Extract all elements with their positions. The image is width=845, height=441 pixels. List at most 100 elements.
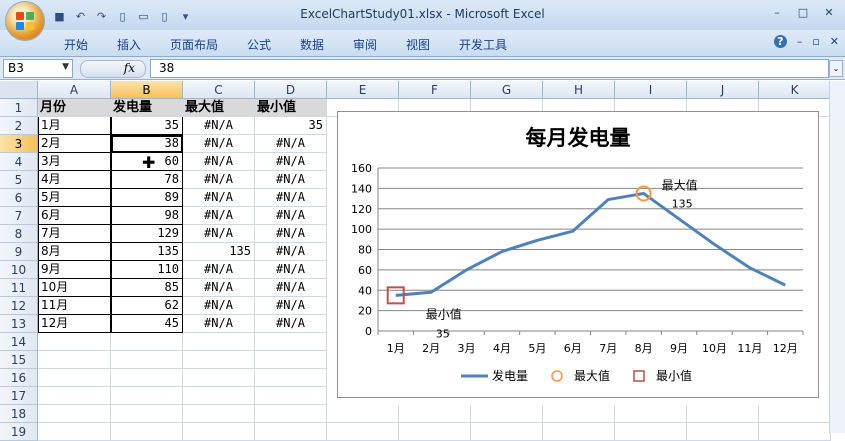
empty-cell[interactable] — [38, 333, 111, 351]
column-header-g[interactable]: G — [471, 81, 543, 99]
formula-input[interactable]: 38 — [150, 59, 829, 78]
column-header-c[interactable]: C — [183, 81, 255, 99]
header-cell[interactable]: 月份 — [38, 99, 111, 117]
power-cell[interactable]: 129 — [111, 225, 183, 243]
empty-cell[interactable] — [615, 423, 687, 441]
workbook-restore-button[interactable]: ▫ — [812, 35, 819, 48]
empty-cell[interactable] — [399, 423, 471, 441]
month-cell[interactable]: 3月 — [38, 153, 111, 171]
column-header-d[interactable]: D — [255, 81, 327, 99]
month-cell[interactable]: 8月 — [38, 243, 111, 261]
empty-cell[interactable] — [183, 351, 255, 369]
workbook-minimize-button[interactable]: – — [797, 35, 803, 48]
empty-cell[interactable] — [111, 351, 183, 369]
month-cell[interactable]: 11月 — [38, 297, 111, 315]
row-header-18[interactable]: 18 — [0, 405, 38, 423]
tab-data[interactable]: 数据 — [300, 36, 324, 53]
min-cell[interactable]: #N/A — [255, 261, 327, 279]
max-cell[interactable]: #N/A — [183, 171, 255, 189]
row-header-15[interactable]: 15 — [0, 351, 38, 369]
month-cell[interactable]: 1月 — [38, 117, 111, 135]
min-cell[interactable]: #N/A — [255, 171, 327, 189]
empty-cell[interactable] — [327, 405, 399, 423]
power-cell[interactable]: 38 — [111, 135, 183, 153]
row-header-7[interactable]: 7 — [0, 207, 38, 225]
month-cell[interactable]: 10月 — [38, 279, 111, 297]
workbook-close-button[interactable]: ✕ — [830, 35, 839, 48]
empty-cell[interactable] — [687, 423, 759, 441]
row-header-11[interactable]: 11 — [0, 279, 38, 297]
empty-cell[interactable] — [183, 333, 255, 351]
row-header-10[interactable]: 10 — [0, 261, 38, 279]
month-cell[interactable]: 6月 — [38, 207, 111, 225]
min-cell[interactable]: #N/A — [255, 189, 327, 207]
empty-cell[interactable] — [255, 369, 327, 387]
max-cell[interactable]: 135 — [183, 243, 255, 261]
max-cell[interactable]: #N/A — [183, 297, 255, 315]
min-cell[interactable]: #N/A — [255, 135, 327, 153]
month-cell[interactable]: 4月 — [38, 171, 111, 189]
row-header-17[interactable]: 17 — [0, 387, 38, 405]
help-icon[interactable]: ? — [773, 35, 787, 48]
vertical-scrollbar[interactable] — [829, 81, 845, 433]
power-cell[interactable]: 110 — [111, 261, 183, 279]
minimize-button[interactable]: – — [765, 5, 789, 21]
empty-cell[interactable] — [111, 333, 183, 351]
row-header-1[interactable]: 1 — [0, 99, 38, 117]
empty-cell[interactable] — [327, 423, 399, 441]
empty-cell[interactable] — [255, 387, 327, 405]
empty-cell[interactable] — [255, 405, 327, 423]
empty-cell[interactable] — [38, 405, 111, 423]
empty-cell[interactable] — [38, 351, 111, 369]
month-cell[interactable]: 7月 — [38, 225, 111, 243]
power-cell[interactable]: 89 — [111, 189, 183, 207]
row-header-12[interactable]: 12 — [0, 297, 38, 315]
empty-cell[interactable] — [687, 405, 759, 423]
max-cell[interactable]: #N/A — [183, 261, 255, 279]
max-cell[interactable]: #N/A — [183, 153, 255, 171]
header-cell[interactable]: 发电量 — [111, 99, 183, 117]
tab-view[interactable]: 视图 — [406, 36, 430, 53]
row-header-13[interactable]: 13 — [0, 315, 38, 333]
column-header-h[interactable]: H — [543, 81, 615, 99]
row-header-4[interactable]: 4 — [0, 153, 38, 171]
empty-cell[interactable] — [255, 423, 327, 441]
column-header-a[interactable]: A — [38, 81, 111, 99]
column-header-i[interactable]: I — [615, 81, 687, 99]
power-cell[interactable]: 62 — [111, 297, 183, 315]
empty-cell[interactable] — [543, 405, 615, 423]
power-cell[interactable]: 45 — [111, 315, 183, 333]
min-cell[interactable]: #N/A — [255, 243, 327, 261]
empty-cell[interactable] — [111, 387, 183, 405]
month-cell[interactable]: 5月 — [38, 189, 111, 207]
power-cell[interactable]: 35 — [111, 117, 183, 135]
empty-cell[interactable] — [183, 423, 255, 441]
empty-cell[interactable] — [759, 423, 831, 441]
power-cell[interactable]: 85 — [111, 279, 183, 297]
empty-cell[interactable] — [183, 387, 255, 405]
column-header-k[interactable]: K — [759, 81, 831, 99]
empty-cell[interactable] — [471, 405, 543, 423]
tab-review[interactable]: 审阅 — [353, 36, 377, 53]
select-all-corner[interactable] — [0, 81, 38, 99]
empty-cell[interactable] — [38, 369, 111, 387]
empty-cell[interactable] — [183, 369, 255, 387]
power-cell[interactable]: 78 — [111, 171, 183, 189]
insert-function-button[interactable]: fx — [80, 60, 146, 78]
close-button[interactable]: ✕ — [817, 5, 841, 21]
tab-insert[interactable]: 插入 — [117, 36, 141, 53]
row-header-5[interactable]: 5 — [0, 171, 38, 189]
max-cell[interactable]: #N/A — [183, 207, 255, 225]
min-cell[interactable]: 35 — [255, 117, 327, 135]
min-cell[interactable]: #N/A — [255, 207, 327, 225]
row-header-2[interactable]: 2 — [0, 117, 38, 135]
max-cell[interactable]: #N/A — [183, 135, 255, 153]
month-cell[interactable]: 12月 — [38, 315, 111, 333]
empty-cell[interactable] — [399, 405, 471, 423]
column-header-j[interactable]: J — [687, 81, 759, 99]
row-header-8[interactable]: 8 — [0, 225, 38, 243]
maximize-button[interactable]: □ — [791, 5, 815, 21]
power-cell[interactable]: 135 — [111, 243, 183, 261]
column-header-f[interactable]: F — [399, 81, 471, 99]
empty-cell[interactable] — [615, 405, 687, 423]
